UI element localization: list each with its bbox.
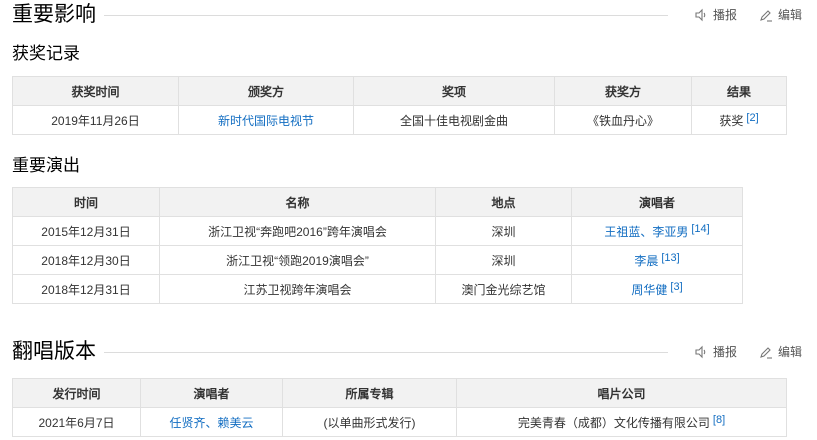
column-header: 演唱者 (571, 187, 743, 217)
award-time: 2019年11月26日 (12, 105, 179, 135)
section-actions: 播报 编辑 (694, 6, 802, 23)
column-header: 名称 (159, 187, 436, 217)
singer-link[interactable]: 李晨 (634, 254, 658, 268)
column-header: 奖项 (353, 76, 555, 106)
column-header: 地点 (435, 187, 572, 217)
awards-title: 获奖记录 (12, 44, 80, 63)
awards-table: 获奖时间 颁奖方 奖项 获奖方 结果 2019年11月26日 新时代国际电视节 … (12, 76, 787, 135)
reference-link[interactable]: [3] (670, 281, 682, 293)
reference-link[interactable]: [13] (661, 252, 679, 264)
table-header-row: 发行时间 演唱者 所属专辑 唱片公司 (12, 378, 787, 408)
column-header: 获奖方 (554, 76, 692, 106)
performance-time: 2015年12月31日 (12, 216, 160, 246)
singer-link[interactable]: 任贤齐、赖美云 (169, 416, 253, 430)
issuer-link[interactable]: 新时代国际电视节 (218, 114, 314, 128)
column-header: 演唱者 (140, 378, 283, 408)
reference-link[interactable]: [8] (713, 414, 725, 426)
edit-button[interactable]: 编辑 (759, 343, 802, 360)
column-header: 获奖时间 (12, 76, 179, 106)
section-title: 翻唱版本 (12, 340, 96, 363)
table-header-row: 时间 名称 地点 演唱者 (12, 187, 743, 217)
section-header-covers: 翻唱版本 播报 编辑 (12, 339, 808, 367)
column-header: 发行时间 (12, 378, 141, 408)
broadcast-label: 播报 (712, 345, 737, 359)
performances-table: 时间 名称 地点 演唱者 2015年12月31日 浙江卫视“奔跑吧2016”跨年… (12, 187, 743, 304)
performance-name: 浙江卫视“领跑2019演唱会” (159, 245, 436, 275)
broadcast-button[interactable]: 播报 (694, 6, 737, 23)
performance-time: 2018年12月31日 (12, 274, 160, 304)
column-header: 结果 (691, 76, 787, 106)
award-name: 全国十佳电视剧金曲 (353, 105, 555, 135)
reference-link[interactable]: [14] (691, 223, 709, 235)
section-actions: 播报 编辑 (694, 343, 802, 360)
performances-title: 重要演出 (12, 156, 80, 175)
singer-link[interactable]: 王祖蓝、李亚男 (604, 225, 688, 239)
performance-place: 澳门金光综艺馆 (435, 274, 572, 304)
table-row: 2015年12月31日 浙江卫视“奔跑吧2016”跨年演唱会 深圳 王祖蓝、李亚… (12, 216, 743, 246)
performance-name: 江苏卫视跨年演唱会 (159, 274, 436, 304)
divider (104, 15, 668, 16)
pencil-icon (760, 9, 772, 22)
column-header: 颁奖方 (178, 76, 354, 106)
performance-place: 深圳 (435, 216, 572, 246)
performance-place: 深圳 (435, 245, 572, 275)
edit-button[interactable]: 编辑 (759, 6, 802, 23)
divider (104, 352, 668, 353)
table-row: 2018年12月31日 江苏卫视跨年演唱会 澳门金光综艺馆 周华健 [3] (12, 274, 743, 304)
table-header-row: 获奖时间 颁奖方 奖项 获奖方 结果 (12, 76, 787, 106)
pencil-icon (760, 346, 772, 359)
performance-name: 浙江卫视“奔跑吧2016”跨年演唱会 (159, 216, 436, 246)
column-header: 时间 (12, 187, 160, 217)
release-time: 2021年6月7日 (12, 407, 141, 437)
section-title: 重要影响 (12, 3, 96, 26)
speaker-icon (695, 8, 706, 21)
broadcast-label: 播报 (712, 8, 737, 22)
section-header-influence: 重要影响 播报 编辑 (12, 2, 808, 30)
column-header: 所属专辑 (282, 378, 457, 408)
table-row: 2019年11月26日 新时代国际电视节 全国十佳电视剧金曲 《铁血丹心》 获奖… (12, 105, 787, 135)
edit-label: 编辑 (777, 345, 802, 359)
performance-time: 2018年12月30日 (12, 245, 160, 275)
table-row: 2021年6月7日 任贤齐、赖美云 (以单曲形式发行) 完美青春（成都）文化传播… (12, 407, 787, 437)
edit-label: 编辑 (777, 8, 802, 22)
speaker-icon (695, 345, 706, 358)
broadcast-button[interactable]: 播报 (694, 343, 737, 360)
covers-table: 发行时间 演唱者 所属专辑 唱片公司 2021年6月7日 任贤齐、赖美云 (以单… (12, 378, 787, 437)
record-label: 完美青春（成都）文化传播有限公司 (517, 415, 710, 430)
column-header: 唱片公司 (456, 378, 787, 408)
singer-link[interactable]: 周华健 (631, 283, 667, 297)
reference-link[interactable]: [2] (746, 112, 758, 124)
album: (以单曲形式发行) (282, 407, 457, 437)
award-result: 获奖 (719, 113, 744, 128)
table-row: 2018年12月30日 浙江卫视“领跑2019演唱会” 深圳 李晨 [13] (12, 245, 743, 275)
award-winner: 《铁血丹心》 (554, 105, 692, 135)
